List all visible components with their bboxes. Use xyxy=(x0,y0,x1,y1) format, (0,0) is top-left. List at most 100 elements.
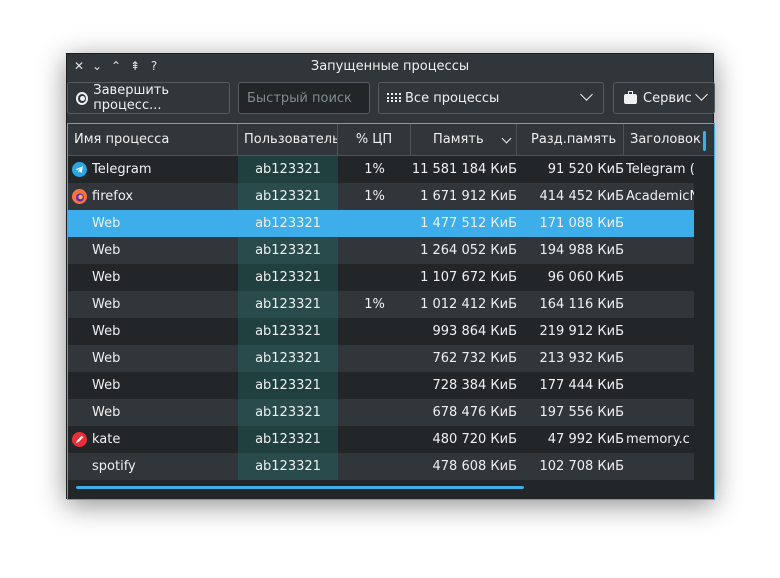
process-window-title xyxy=(626,264,694,291)
process-cpu xyxy=(338,372,411,399)
process-window-title xyxy=(626,345,694,372)
process-window-title: Telegram (2 xyxy=(626,162,694,177)
title-bar: ✕ ⌄ ⌃ ⇞ ? Запущенные процессы xyxy=(67,54,713,80)
process-shared-memory: 197 556 КиБ xyxy=(539,405,625,420)
process-memory: 1 107 672 КиБ xyxy=(420,270,517,285)
column-header-title[interactable]: Заголовок xyxy=(624,124,704,155)
process-cpu: 1% xyxy=(364,162,385,177)
process-window: ✕ ⌄ ⌃ ⇞ ? Запущенные процессы Завершить … xyxy=(66,53,715,500)
firefox-icon xyxy=(72,189,87,204)
process-shared-memory: 213 932 КиБ xyxy=(539,351,625,366)
process-window-title xyxy=(626,318,694,345)
tools-label: Сервис xyxy=(643,90,692,106)
table-row[interactable]: Web ab123321 762 732 КиБ 213 932 КиБ xyxy=(68,345,694,372)
process-name: Web xyxy=(92,297,121,312)
quick-search-input[interactable]: Быстрый поиск xyxy=(238,82,370,114)
process-name: Web xyxy=(92,243,121,258)
table-row[interactable]: kate ab123321 480 720 КиБ 47 992 КиБ memory.… xyxy=(68,426,694,453)
process-cpu xyxy=(338,345,411,372)
process-cpu xyxy=(338,399,411,426)
process-window-title xyxy=(626,291,694,318)
kill-icon xyxy=(76,91,89,105)
process-user: ab123321 xyxy=(238,399,338,426)
toolbox-icon xyxy=(624,91,637,104)
table-row[interactable]: Web ab123321 993 864 КиБ 219 912 КиБ xyxy=(68,318,694,345)
chevron-down-icon xyxy=(580,88,593,101)
process-name: Web xyxy=(92,270,121,285)
process-name: Web xyxy=(92,216,121,231)
chevron-down-icon xyxy=(695,88,708,101)
kill-process-button[interactable]: Завершить процесс... xyxy=(67,82,230,114)
table-row[interactable]: Web ab123321 678 476 КиБ 197 556 КиБ xyxy=(68,399,694,426)
process-cpu xyxy=(338,264,411,291)
process-name: Web xyxy=(92,405,121,420)
process-cpu xyxy=(338,237,411,264)
filter-label: Все процессы xyxy=(405,90,500,106)
process-name: Telegram xyxy=(92,162,152,177)
process-window-title xyxy=(626,399,694,426)
column-header-memory-label: Память xyxy=(433,132,484,147)
vertical-scrollbar[interactable] xyxy=(703,131,706,151)
process-memory: 1 477 512 КиБ xyxy=(420,216,517,231)
table-row[interactable]: Web ab123321 1 264 052 КиБ 194 988 КиБ xyxy=(68,237,694,264)
process-name: Web xyxy=(92,378,121,393)
table-row[interactable]: Web ab123321 1% 1 012 412 КиБ 164 116 КиБ xyxy=(68,291,694,318)
table-row[interactable]: Web ab123321 1 107 672 КиБ 96 060 КиБ xyxy=(68,264,694,291)
column-header-cpu[interactable]: % ЦП xyxy=(338,124,411,155)
process-user: ab123321 xyxy=(238,372,338,399)
process-user: ab123321 xyxy=(238,264,338,291)
process-window-title: AcademicNT xyxy=(626,189,694,204)
table-row[interactable]: Web ab123321 728 384 КиБ 177 444 КиБ xyxy=(68,372,694,399)
process-filter-select[interactable]: Все процессы xyxy=(378,82,604,114)
process-user: ab123321 xyxy=(238,291,338,318)
process-memory: 728 384 КиБ xyxy=(432,378,518,393)
process-cpu xyxy=(338,453,411,480)
table-row[interactable]: Web ab123321 1 477 512 КиБ 171 088 КиБ xyxy=(68,210,694,237)
process-memory: 1 264 052 КиБ xyxy=(420,243,517,258)
process-cpu: 1% xyxy=(364,189,385,204)
table-row[interactable]: spotify ab123321 478 608 КиБ 102 708 КиБ xyxy=(68,453,694,480)
process-name: Web xyxy=(92,324,121,339)
process-cpu xyxy=(338,318,411,345)
process-user: ab123321 xyxy=(238,237,338,264)
column-header-user[interactable]: Пользователь xyxy=(238,124,338,155)
process-shared-memory: 102 708 КиБ xyxy=(539,459,625,474)
process-shared-memory: 91 520 КиБ xyxy=(547,162,624,177)
window-title: Запущенные процессы xyxy=(310,59,470,74)
process-table: Имя процесса Пользователь % ЦП Память Ра… xyxy=(67,123,715,500)
process-window-title xyxy=(626,237,694,264)
tools-menu-button[interactable]: Сервис xyxy=(613,82,715,114)
process-shared-memory: 194 988 КиБ xyxy=(539,243,625,258)
column-header-name[interactable]: Имя процесса xyxy=(68,124,238,155)
process-user: ab123321 xyxy=(238,345,338,372)
process-shared-memory: 414 452 КиБ xyxy=(539,189,625,204)
telegram-icon xyxy=(72,162,87,177)
table-row[interactable]: firefox ab123321 1% 1 671 912 КиБ 414 452 Ки… xyxy=(68,183,694,210)
process-memory: 678 476 КиБ xyxy=(432,405,518,420)
column-header-memory[interactable]: Память xyxy=(411,124,517,155)
process-shared-memory: 171 088 КиБ xyxy=(539,216,625,231)
process-user: ab123321 xyxy=(238,318,338,345)
process-user: ab123321 xyxy=(238,453,338,480)
process-memory: 762 732 КиБ xyxy=(432,351,518,366)
process-cpu: 1% xyxy=(364,297,385,312)
process-user: ab123321 xyxy=(255,216,321,231)
process-window-title xyxy=(626,453,694,480)
process-window-title xyxy=(626,210,694,237)
sort-descending-icon xyxy=(501,133,512,144)
kill-process-label: Завершить процесс... xyxy=(93,83,170,113)
process-shared-memory: 96 060 КиБ xyxy=(547,270,624,285)
process-memory: 11 581 184 КиБ xyxy=(411,162,517,177)
process-memory: 478 608 КиБ xyxy=(432,459,518,474)
process-user: ab123321 xyxy=(238,156,338,183)
table-row[interactable]: Telegram ab123321 1% 11 581 184 КиБ 91 520 К… xyxy=(68,156,694,183)
process-shared-memory: 47 992 КиБ xyxy=(547,432,624,447)
process-name: spotify xyxy=(92,459,136,474)
process-user: ab123321 xyxy=(238,183,338,210)
column-header-shared[interactable]: Разд.память xyxy=(517,124,624,155)
process-user: ab123321 xyxy=(238,426,338,453)
process-memory: 1 012 412 КиБ xyxy=(420,297,517,312)
horizontal-scrollbar[interactable] xyxy=(76,486,524,489)
process-cpu xyxy=(338,210,411,237)
process-shared-memory: 219 912 КиБ xyxy=(539,324,625,339)
